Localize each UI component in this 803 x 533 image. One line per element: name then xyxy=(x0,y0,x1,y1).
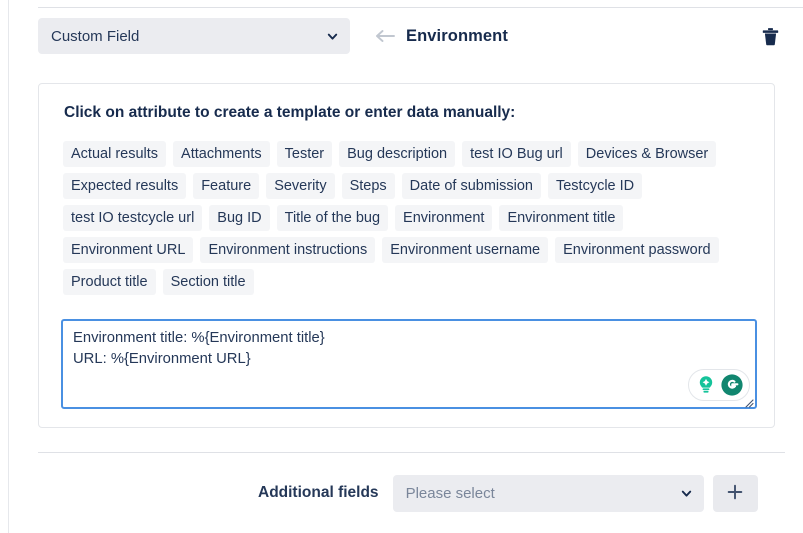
template-textarea[interactable] xyxy=(61,319,757,409)
attribute-chip[interactable]: Environment password xyxy=(555,237,719,263)
additional-fields-label: Additional fields xyxy=(258,484,379,501)
additional-fields-select[interactable]: Please select xyxy=(392,474,704,512)
attribute-chip[interactable]: Environment xyxy=(395,205,493,231)
card-instruction: Click on attribute to create a template … xyxy=(64,104,516,121)
attribute-chip[interactable]: Steps xyxy=(341,173,395,199)
field-type-select-value: Custom Field xyxy=(51,27,140,45)
attribute-chip[interactable]: Title of the bug xyxy=(276,205,389,231)
plus-icon xyxy=(725,482,745,505)
template-builder-card: Click on attribute to create a template … xyxy=(38,83,775,428)
chevron-down-icon xyxy=(680,487,693,500)
attribute-chip[interactable]: Date of submission xyxy=(401,173,541,199)
attribute-chip[interactable]: Devices & Browser xyxy=(577,141,717,167)
field-type-select[interactable]: Custom Field xyxy=(38,18,350,54)
attribute-chip[interactable]: Feature xyxy=(193,173,260,199)
attribute-chip[interactable]: test IO testcycle url xyxy=(63,205,203,231)
page-title: Environment xyxy=(406,26,508,45)
attribute-chip[interactable]: Bug ID xyxy=(209,205,270,231)
editor-header: Custom Field Environment xyxy=(38,18,783,54)
additional-fields-select-value: Please select xyxy=(405,484,495,502)
attribute-chip[interactable]: Expected results xyxy=(63,173,187,199)
left-edge-rule xyxy=(8,0,9,533)
attribute-chip[interactable]: Testcycle ID xyxy=(547,173,643,199)
lightbulb-icon[interactable] xyxy=(694,373,718,397)
attribute-chip[interactable]: Environment username xyxy=(382,237,549,263)
back-arrow-icon[interactable] xyxy=(374,26,396,46)
grammarly-logo-icon[interactable] xyxy=(720,373,744,397)
attribute-chip[interactable]: Environment URL xyxy=(63,237,194,263)
attribute-chip[interactable]: Bug description xyxy=(339,141,456,167)
attribute-chip[interactable]: Product title xyxy=(63,269,156,295)
top-divider xyxy=(38,7,803,8)
attribute-chip[interactable]: Environment instructions xyxy=(200,237,376,263)
chevron-down-icon xyxy=(326,30,339,43)
add-field-button[interactable] xyxy=(712,474,758,512)
additional-fields-row: Additional fields Please select xyxy=(38,474,775,512)
attribute-chip[interactable]: Tester xyxy=(276,141,333,167)
attribute-chip[interactable]: Attachments xyxy=(173,141,270,167)
template-editor xyxy=(61,319,757,409)
bottom-divider xyxy=(38,452,785,453)
attribute-chip[interactable]: test IO Bug url xyxy=(462,141,571,167)
custom-field-editor-page: Custom Field Environment Click on attrib… xyxy=(0,0,803,533)
attribute-chip[interactable]: Environment title xyxy=(499,205,624,231)
trash-icon[interactable] xyxy=(757,23,783,49)
attribute-chip[interactable]: Section title xyxy=(162,269,254,295)
grammarly-widget[interactable] xyxy=(688,369,750,401)
attribute-chip[interactable]: Severity xyxy=(266,173,335,199)
attribute-chip-list: Actual results Attachments Tester Bug descr… xyxy=(63,141,757,295)
attribute-chip[interactable]: Actual results xyxy=(63,141,167,167)
